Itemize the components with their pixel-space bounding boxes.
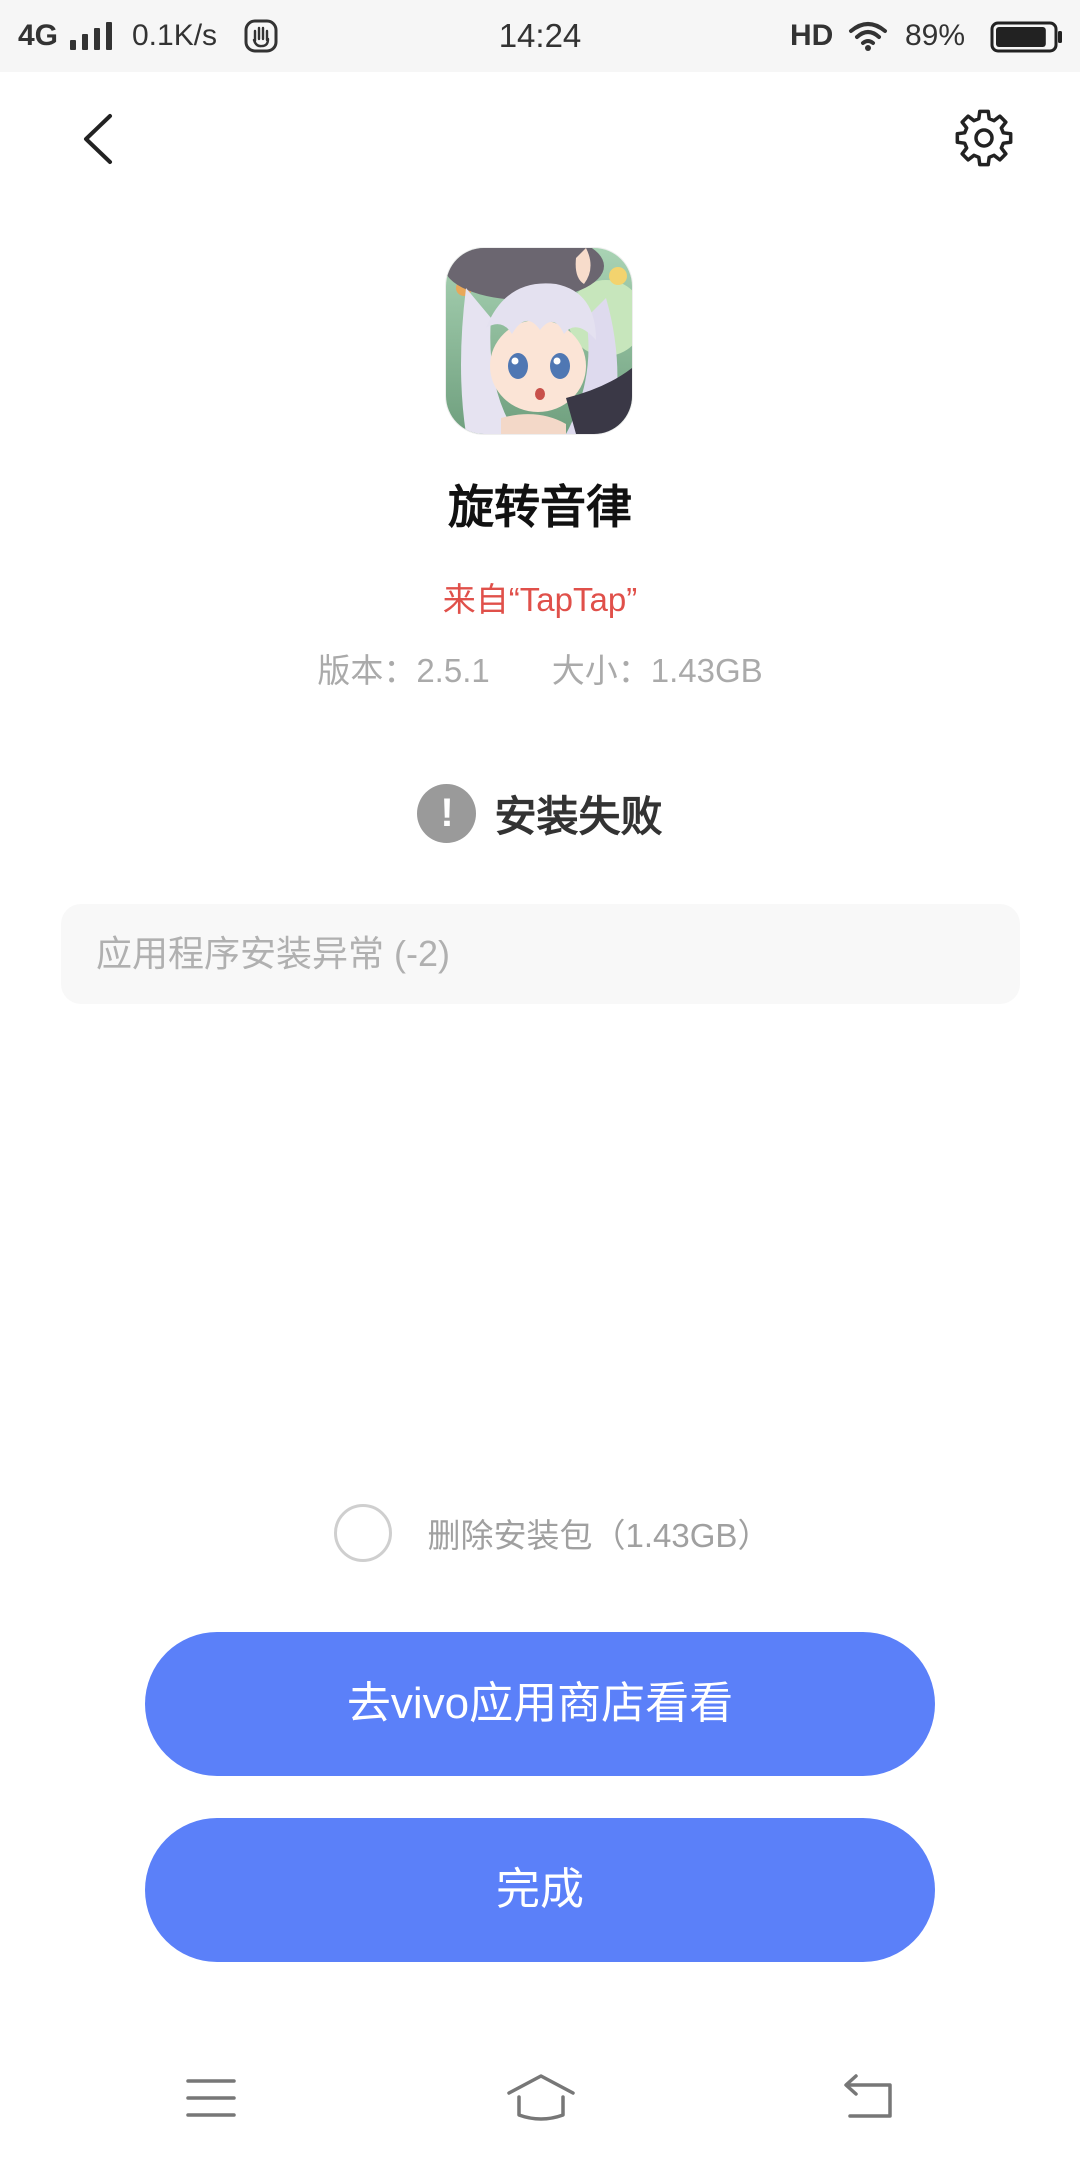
- install-status: ! 安装失败: [0, 784, 1080, 843]
- gear-icon[interactable]: [954, 108, 1014, 168]
- app-name: 旋转音律: [448, 481, 632, 533]
- battery-icon: [990, 21, 1062, 53]
- app-meta: 版本：2.5.1 大小：1.43GB: [0, 648, 1080, 694]
- app-size: 大小：1.43GB: [551, 652, 763, 689]
- error-message: 应用程序安装异常 (-2): [61, 904, 1020, 1004]
- open-vivo-store-button[interactable]: 去vivo应用商店看看: [145, 1632, 935, 1776]
- app-source: 来自“TapTap”: [442, 581, 638, 618]
- delete-package-option[interactable]: 删除安装包（1.43GB）: [0, 1504, 1080, 1562]
- home-icon[interactable]: [506, 2073, 576, 2121]
- wifi-icon: [849, 22, 887, 51]
- hd-indicator: HD: [790, 19, 834, 52]
- back-icon[interactable]: [842, 2073, 894, 2119]
- delete-package-checkbox[interactable]: [333, 1504, 392, 1562]
- delete-package-label[interactable]: 删除安装包（1.43GB）: [428, 1509, 771, 1557]
- done-button[interactable]: 完成: [145, 1818, 935, 1962]
- install-status-text: 安装失败: [494, 793, 663, 840]
- app-icon: [446, 248, 632, 434]
- exclamation-icon: !: [417, 784, 477, 843]
- app-version: 版本：2.5.1: [317, 652, 490, 689]
- battery-percent: 89%: [905, 19, 966, 52]
- back-arrow-icon[interactable]: [80, 112, 116, 166]
- status-bar: 4G 0.1K/s 14:24 HD 89%: [0, 0, 1080, 72]
- menu-icon[interactable]: [186, 2078, 236, 2118]
